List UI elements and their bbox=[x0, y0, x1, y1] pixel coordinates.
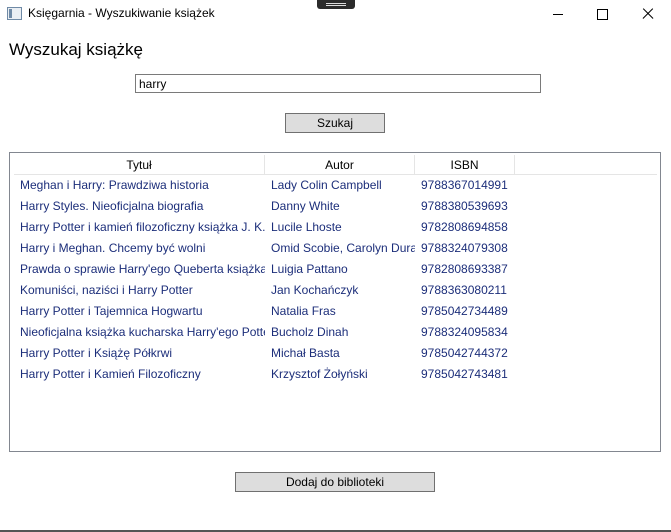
table-row[interactable]: Harry Potter i Tajemnica Hogwartu Natali… bbox=[14, 301, 657, 322]
cell-title: Harry Potter i kamień filozoficzny książ… bbox=[20, 220, 265, 234]
cell-isbn: 9785042734489 bbox=[421, 304, 508, 318]
close-icon bbox=[642, 8, 654, 20]
column-header-title[interactable]: Tytuł bbox=[14, 155, 265, 174]
title-bar: Księgarnia - Wyszukiwanie książek bbox=[0, 0, 671, 28]
cell-title: Prawda o sprawie Harry'ego Queberta ksią… bbox=[20, 262, 265, 276]
cell-isbn: 9788363080211 bbox=[421, 283, 507, 297]
cell-title: Meghan i Harry: Prawdziwa historia bbox=[20, 178, 209, 192]
search-input[interactable] bbox=[135, 74, 541, 93]
cell-author: Michał Basta bbox=[271, 346, 340, 360]
cell-isbn: 9788324079308 bbox=[421, 241, 508, 255]
cell-title: Harry Potter i Książę Półkrwi bbox=[20, 346, 173, 360]
window-title: Księgarnia - Wyszukiwanie książek bbox=[28, 6, 215, 20]
cell-author: Omid Scobie, Carolyn Durand bbox=[271, 241, 415, 255]
close-button[interactable] bbox=[625, 0, 671, 28]
cell-isbn: 9788380539693 bbox=[421, 199, 508, 213]
cell-author: Jan Kochańczyk bbox=[271, 283, 359, 297]
column-header-author[interactable]: Autor bbox=[265, 155, 415, 174]
cell-title: Harry Potter i Tajemnica Hogwartu bbox=[20, 304, 203, 318]
list-header: Tytuł Autor ISBN bbox=[14, 155, 657, 175]
cell-author: Danny White bbox=[271, 199, 340, 213]
list-rows: Meghan i Harry: Prawdziwa historia Lady … bbox=[14, 175, 657, 385]
cell-title: Harry i Meghan. Chcemy być wolni bbox=[20, 241, 206, 255]
cell-author: Lady Colin Campbell bbox=[271, 178, 382, 192]
cell-isbn: 9782808693387 bbox=[421, 262, 508, 276]
cell-isbn: 9788367014991 bbox=[421, 178, 508, 192]
cell-isbn: 9782808694858 bbox=[421, 220, 508, 234]
cell-author: Lucile Lhoste bbox=[271, 220, 342, 234]
search-button[interactable]: Szukaj bbox=[285, 113, 385, 133]
table-row[interactable]: Prawda o sprawie Harry'ego Queberta ksią… bbox=[14, 259, 657, 280]
cell-isbn: 9785042743481 bbox=[421, 367, 508, 381]
cell-author: Krzysztof Żołyński bbox=[271, 367, 368, 381]
cell-isbn: 9788324095834 bbox=[421, 325, 508, 339]
maximize-icon bbox=[596, 8, 608, 20]
table-row[interactable]: Meghan i Harry: Prawdziwa historia Lady … bbox=[14, 175, 657, 196]
maximize-button[interactable] bbox=[579, 0, 625, 28]
cell-title: Nieoficjalna książka kucharska Harry'ego… bbox=[20, 325, 265, 339]
page-title: Wyszukaj książkę bbox=[9, 40, 143, 59]
cell-author: Luigia Pattano bbox=[271, 262, 348, 276]
drag-grip-icon[interactable] bbox=[317, 0, 355, 9]
table-row[interactable]: Harry i Meghan. Chcemy być wolni Omid Sc… bbox=[14, 238, 657, 259]
table-row[interactable]: Harry Potter i kamień filozoficzny książ… bbox=[14, 217, 657, 238]
table-row[interactable]: Harry Potter i Książę Półkrwi Michał Bas… bbox=[14, 343, 657, 364]
cell-author: Natalia Fras bbox=[271, 304, 336, 318]
cell-title: Harry Styles. Nieoficjalna biografia bbox=[20, 199, 204, 213]
cell-isbn: 9785042744372 bbox=[421, 346, 508, 360]
table-row[interactable]: Komuniści, naziści i Harry Potter Jan Ko… bbox=[14, 280, 657, 301]
table-row[interactable]: Harry Styles. Nieoficjalna biografia Dan… bbox=[14, 196, 657, 217]
add-to-library-button[interactable]: Dodaj do biblioteki bbox=[235, 472, 435, 492]
cell-title: Komuniści, naziści i Harry Potter bbox=[20, 283, 193, 297]
table-row[interactable]: Nieoficjalna książka kucharska Harry'ego… bbox=[14, 322, 657, 343]
cell-title: Harry Potter i Kamień Filozoficzny bbox=[20, 367, 201, 381]
table-row[interactable]: Harry Potter i Kamień Filozoficzny Krzys… bbox=[14, 364, 657, 385]
app-window-icon bbox=[7, 7, 22, 20]
minimize-icon bbox=[553, 13, 563, 15]
column-header-isbn[interactable]: ISBN bbox=[415, 155, 515, 174]
minimize-button[interactable] bbox=[535, 0, 581, 28]
cell-author: Bucholz Dinah bbox=[271, 325, 349, 339]
results-list[interactable]: Tytuł Autor ISBN Meghan i Harry: Prawdzi… bbox=[9, 152, 661, 452]
